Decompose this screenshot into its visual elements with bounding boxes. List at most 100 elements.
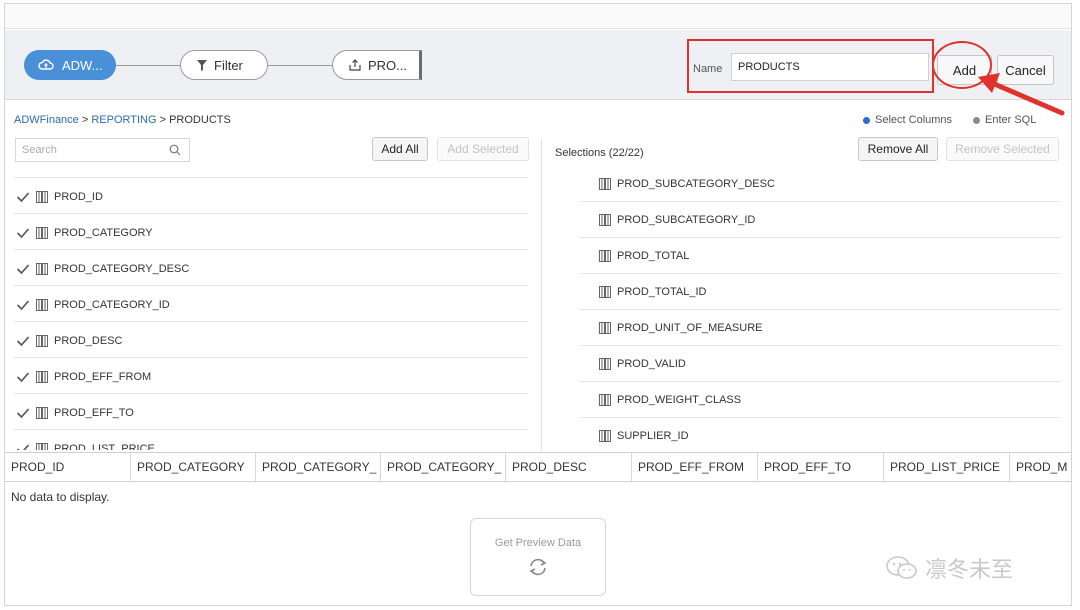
selected-column-row[interactable]: PROD_TOTAL_ID bbox=[579, 274, 1061, 310]
check-icon bbox=[16, 227, 30, 238]
top-strip bbox=[5, 4, 1071, 29]
column-name: PROD_CATEGORY bbox=[54, 226, 153, 239]
check-icon bbox=[16, 371, 30, 382]
mode-select-columns[interactable]: Select Columns bbox=[863, 114, 952, 126]
grid-column-header[interactable]: PROD_CATEGORY bbox=[131, 453, 256, 481]
search-icon bbox=[169, 144, 181, 156]
filter-node[interactable]: Filter bbox=[180, 50, 268, 80]
column-icon bbox=[36, 226, 48, 239]
selected-column-row[interactable]: PROD_SUBCATEGORY_ID bbox=[579, 202, 1061, 238]
available-column-row[interactable]: PROD_EFF_FROM bbox=[14, 357, 528, 393]
target-node[interactable]: PRO... bbox=[332, 50, 422, 80]
column-icon bbox=[36, 442, 48, 450]
target-node-label: PRO... bbox=[368, 57, 408, 73]
check-icon bbox=[16, 299, 30, 310]
preview-grid-header: PROD_ID PROD_CATEGORY PROD_CATEGORY_ PROD_C… bbox=[5, 452, 1071, 482]
app-window: ADW... Filter PRO... Name Add Cancel AD bbox=[4, 3, 1072, 606]
column-name: PROD_SUBCATEGORY_ID bbox=[617, 213, 756, 226]
cloud-icon bbox=[38, 59, 54, 70]
grid-column-header[interactable]: PROD_M bbox=[1010, 453, 1071, 481]
remove-all-button[interactable]: Remove All bbox=[858, 137, 938, 161]
remove-selected-button[interactable]: Remove Selected bbox=[946, 137, 1059, 161]
column-icon bbox=[36, 190, 48, 203]
column-icon bbox=[599, 177, 611, 190]
column-icon bbox=[599, 213, 611, 226]
grid-column-header[interactable]: PROD_ID bbox=[5, 453, 131, 481]
column-name: PROD_DESC bbox=[54, 334, 123, 347]
breadcrumb-separator: > bbox=[156, 114, 170, 126]
breadcrumb-schema[interactable]: REPORTING bbox=[91, 114, 156, 126]
available-column-row[interactable]: PROD_CATEGORY bbox=[14, 213, 528, 249]
breadcrumb: ADWFinance > REPORTING > PRODUCTS bbox=[14, 114, 231, 126]
mode-enter-sql[interactable]: Enter SQL bbox=[973, 114, 1036, 126]
get-preview-data-button[interactable]: Get Preview Data bbox=[470, 518, 606, 596]
watermark: 凛冬未至 bbox=[885, 552, 1013, 584]
column-name: PROD_ID bbox=[54, 190, 103, 203]
selected-columns-list: PROD_SUBCATEGORY_DESC PROD_SUBCATEGORY_ID… bbox=[579, 166, 1061, 452]
available-column-row[interactable]: PROD_CATEGORY_DESC bbox=[14, 249, 528, 285]
available-column-row[interactable]: PROD_ID bbox=[14, 177, 528, 213]
column-icon bbox=[599, 249, 611, 262]
grid-column-header[interactable]: PROD_EFF_TO bbox=[758, 453, 884, 481]
check-icon bbox=[16, 263, 30, 274]
column-name: PROD_TOTAL bbox=[617, 249, 690, 262]
refresh-icon bbox=[529, 558, 547, 576]
search-input[interactable]: Search bbox=[15, 138, 190, 162]
column-icon bbox=[599, 429, 611, 442]
connector-line bbox=[268, 65, 332, 66]
available-column-row[interactable]: PROD_EFF_TO bbox=[14, 393, 528, 429]
selected-column-row[interactable]: PROD_UNIT_OF_MEASURE bbox=[579, 310, 1061, 346]
column-icon bbox=[599, 285, 611, 298]
column-name: PROD_VALID bbox=[617, 357, 686, 370]
filter-icon bbox=[197, 59, 207, 71]
column-name: PROD_TOTAL_ID bbox=[617, 285, 707, 298]
available-columns-list: PROD_ID PROD_CATEGORY PROD_CATEGORY_DESC PR… bbox=[14, 177, 528, 450]
add-all-button[interactable]: Add All bbox=[372, 137, 428, 161]
selected-column-row[interactable]: PROD_WEIGHT_CLASS bbox=[579, 382, 1061, 418]
column-name: PROD_CATEGORY_ID bbox=[54, 298, 170, 311]
filter-node-label: Filter bbox=[214, 57, 243, 73]
column-icon bbox=[599, 357, 611, 370]
grid-column-header[interactable]: PROD_LIST_PRICE bbox=[884, 453, 1010, 481]
column-name: PROD_WEIGHT_CLASS bbox=[617, 393, 742, 406]
selected-column-row[interactable]: PROD_VALID bbox=[579, 346, 1061, 382]
connector-line bbox=[116, 65, 180, 66]
column-name: SUPPLIER_ID bbox=[617, 429, 689, 442]
panel-divider bbox=[541, 138, 542, 451]
breadcrumb-table: PRODUCTS bbox=[169, 114, 231, 126]
available-column-row[interactable]: PROD_LIST_PRICE bbox=[14, 429, 528, 450]
available-column-row[interactable]: PROD_DESC bbox=[14, 321, 528, 357]
available-column-row[interactable]: PROD_CATEGORY_ID bbox=[14, 285, 528, 321]
column-icon bbox=[36, 298, 48, 311]
mode-enter-sql-label: Enter SQL bbox=[985, 114, 1037, 126]
grid-column-header[interactable]: PROD_DESC bbox=[506, 453, 632, 481]
grid-column-header[interactable]: PROD_EFF_FROM bbox=[632, 453, 758, 481]
check-icon bbox=[16, 335, 30, 346]
column-icon bbox=[599, 321, 611, 334]
mode-select-columns-label: Select Columns bbox=[875, 114, 953, 126]
add-selected-button[interactable]: Add Selected bbox=[437, 137, 529, 161]
wechat-icon bbox=[886, 556, 917, 579]
check-icon bbox=[16, 191, 30, 202]
breadcrumb-connection[interactable]: ADWFinance bbox=[14, 114, 79, 126]
source-node[interactable]: ADW... bbox=[24, 50, 116, 80]
check-icon bbox=[16, 443, 30, 450]
radio-icon bbox=[973, 116, 980, 124]
selected-column-row[interactable]: SUPPLIER_ID bbox=[579, 418, 1061, 452]
column-icon bbox=[599, 393, 611, 406]
radio-selected-icon bbox=[863, 116, 870, 124]
selected-column-row[interactable]: PROD_TOTAL bbox=[579, 238, 1061, 274]
column-icon bbox=[36, 262, 48, 275]
grid-column-header[interactable]: PROD_CATEGORY_ bbox=[381, 453, 506, 481]
get-preview-label: Get Preview Data bbox=[494, 537, 582, 549]
column-name: PROD_SUBCATEGORY_DESC bbox=[617, 177, 775, 190]
column-icon bbox=[36, 334, 48, 347]
watermark-text: 凛冬未至 bbox=[925, 558, 1014, 583]
column-name: PROD_CATEGORY_DESC bbox=[54, 262, 190, 275]
column-icon bbox=[36, 370, 48, 383]
selections-count: Selections (22/22) bbox=[555, 147, 644, 159]
grid-column-header[interactable]: PROD_CATEGORY_ bbox=[256, 453, 381, 481]
name-field[interactable] bbox=[731, 53, 929, 81]
column-name: PROD_EFF_FROM bbox=[54, 370, 152, 383]
selected-column-row[interactable]: PROD_SUBCATEGORY_DESC bbox=[579, 166, 1061, 202]
